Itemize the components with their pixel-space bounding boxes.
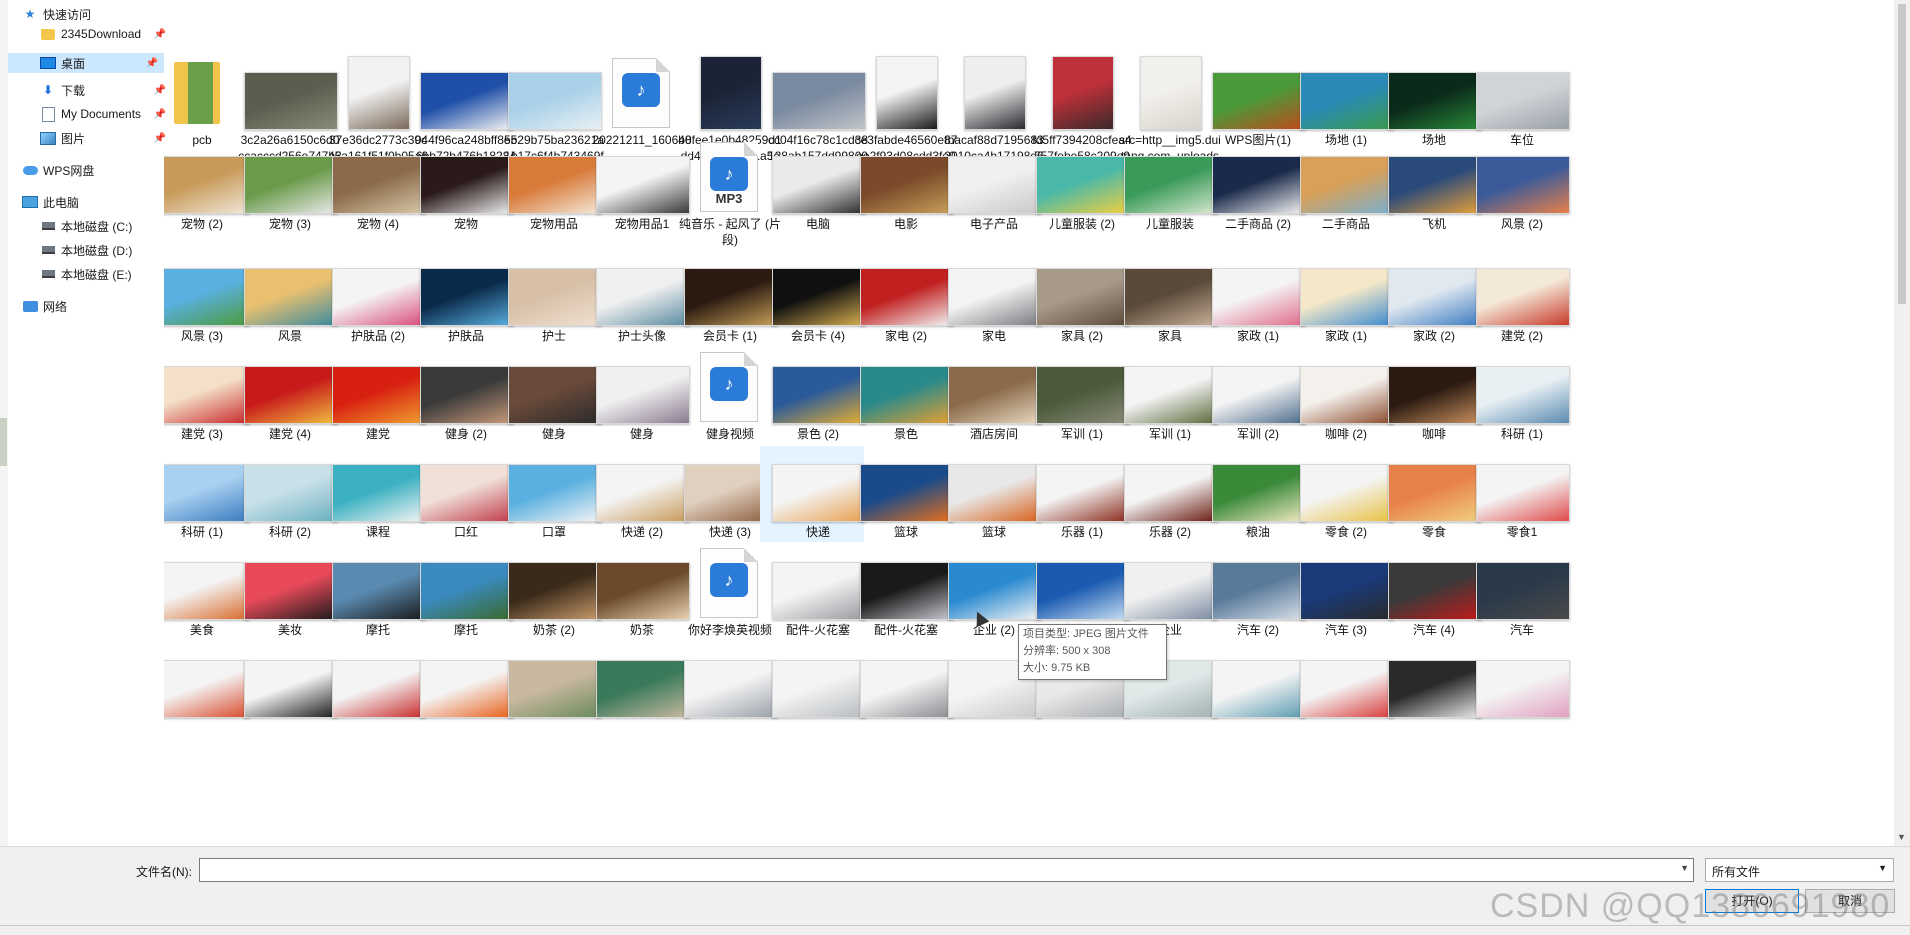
folder-icon — [174, 62, 220, 124]
image-thumbnail — [1476, 366, 1570, 424]
download-icon: ⬇ — [42, 83, 54, 97]
bottom-divider — [0, 925, 1910, 926]
nav-this-pc[interactable]: 此电脑 — [22, 191, 79, 213]
nav-drive-e[interactable]: 本地磁盘 (E:) — [40, 263, 132, 285]
video-file-icon: ♪ — [612, 58, 670, 128]
dialog-footer: 文件名(N): ▼ 所有文件 ▼ 打开(O) 取消 CSDN @QQ138669… — [0, 846, 1910, 935]
nav-my-documents[interactable]: My Documents 📌 — [40, 103, 172, 125]
tooltip-type: 项目类型: JPEG 图片文件 — [1023, 628, 1149, 640]
star-icon: ★ — [24, 7, 36, 21]
watermark: CSDN @QQ1386691980 — [1490, 887, 1891, 925]
vertical-scrollbar[interactable]: ▼ — [1894, 0, 1910, 846]
file-name: 科研 (1) — [1500, 427, 1543, 441]
nav-label: 下载 — [61, 83, 86, 98]
image-thumbnail — [876, 56, 938, 130]
nav-2345download[interactable]: 2345Download 📌 — [40, 23, 172, 45]
video-file-icon: ♪ — [700, 548, 758, 618]
nav-label: 网络 — [43, 299, 68, 314]
pictures-icon — [40, 131, 56, 145]
filetype-select[interactable]: 所有文件 ▼ — [1705, 858, 1894, 882]
nav-label: 2345Download — [61, 27, 142, 41]
file-item[interactable]: 建党 (2) — [1464, 250, 1570, 344]
file-name: 建党 (2) — [1500, 329, 1543, 343]
drive-icon — [40, 243, 56, 257]
network-icon — [22, 299, 38, 313]
video-file-icon: ♪ — [700, 352, 758, 422]
file-grid: pcb3c2a26a6150c6d0ccacccd256e747b3c37e36… — [164, 0, 1894, 846]
nav-label: 桌面 — [61, 56, 86, 71]
music-note-icon: ♪ — [622, 73, 660, 107]
image-thumbnail — [1140, 56, 1202, 130]
nav-label: WPS网盘 — [43, 163, 95, 178]
document-icon — [40, 106, 56, 122]
nav-network[interactable]: 网络 — [22, 295, 67, 317]
navigation-pane: ★ 快速访问 2345Download 📌 桌面 📌 ⬇ 下载 📌 My Doc… — [8, 0, 166, 846]
nav-pictures[interactable]: 图片 📌 — [40, 127, 172, 149]
pin-icon: 📌 — [145, 57, 158, 69]
tooltip-resolution: 分辨率: 500 x 308 — [1023, 645, 1111, 657]
filetype-value: 所有文件 — [1712, 865, 1761, 879]
image-thumbnail — [700, 56, 762, 130]
scroll-down-icon[interactable]: ▼ — [1897, 832, 1906, 842]
folder-icon — [40, 27, 56, 41]
tooltip-size: 大小: 9.75 KB — [1023, 662, 1091, 674]
file-item[interactable]: 科研 (1) — [1464, 348, 1570, 442]
file-item[interactable]: 零食1 — [1464, 446, 1570, 540]
nav-label: 快速访问 — [43, 7, 92, 22]
nav-wps-cloud[interactable]: WPS网盘 — [22, 159, 94, 181]
image-thumbnail — [1052, 56, 1114, 130]
file-item[interactable]: 汽车 — [1464, 544, 1570, 638]
nav-drive-d[interactable]: 本地磁盘 (D:) — [40, 239, 132, 261]
nav-label: 此电脑 — [43, 195, 80, 210]
image-thumbnail — [1476, 72, 1570, 130]
image-thumbnail — [1476, 562, 1570, 620]
chevron-down-icon[interactable]: ▼ — [1878, 863, 1887, 873]
music-note-icon: ♪ — [710, 367, 748, 401]
edge-marker — [0, 418, 7, 466]
nav-label: 图片 — [61, 131, 86, 146]
desktop-icon — [40, 56, 56, 70]
image-thumbnail — [348, 56, 410, 130]
image-thumbnail — [1476, 464, 1570, 522]
cloud-icon — [22, 163, 38, 177]
filename-input[interactable]: ▼ — [199, 858, 1694, 882]
nav-label: 本地磁盘 (D:) — [61, 243, 133, 258]
music-note-icon: ♪ — [710, 563, 748, 597]
nav-drive-c[interactable]: 本地磁盘 (C:) — [40, 215, 132, 237]
drive-icon — [40, 219, 56, 233]
file-item[interactable]: 车位 — [1464, 54, 1570, 148]
file-item[interactable] — [1464, 642, 1570, 736]
music-note-icon: ♪ — [710, 157, 748, 191]
image-thumbnail — [1476, 268, 1570, 326]
scrollbar-thumb[interactable] — [1898, 4, 1906, 304]
nav-downloads[interactable]: ⬇ 下载 📌 — [40, 79, 172, 101]
nav-quick-access[interactable]: ★ 快速访问 — [22, 3, 91, 25]
computer-icon — [22, 195, 38, 209]
file-name: 汽车 — [1509, 623, 1534, 637]
file-type-badge: MP3 — [715, 191, 743, 206]
filename-label: 文件名(N): — [136, 865, 192, 879]
image-thumbnail — [1476, 660, 1570, 718]
nav-label: 本地磁盘 (C:) — [61, 219, 133, 234]
file-name: 零食1 — [1506, 525, 1538, 539]
nav-label: 本地磁盘 (E:) — [61, 267, 132, 282]
file-item[interactable]: 风景 (2) — [1464, 138, 1570, 232]
chevron-down-icon[interactable]: ▼ — [1680, 863, 1689, 873]
image-thumbnail — [1476, 156, 1570, 214]
drive-icon — [40, 267, 56, 281]
nav-desktop[interactable]: 桌面 📌 — [8, 53, 164, 73]
audio-file-icon: ♪ MP3 — [700, 142, 758, 212]
file-tooltip: 项目类型: JPEG 图片文件 分辨率: 500 x 308 大小: 9.75 … — [1018, 624, 1167, 680]
image-thumbnail — [964, 56, 1026, 130]
file-name: 风景 (2) — [1500, 217, 1543, 231]
nav-label: My Documents — [61, 107, 142, 121]
